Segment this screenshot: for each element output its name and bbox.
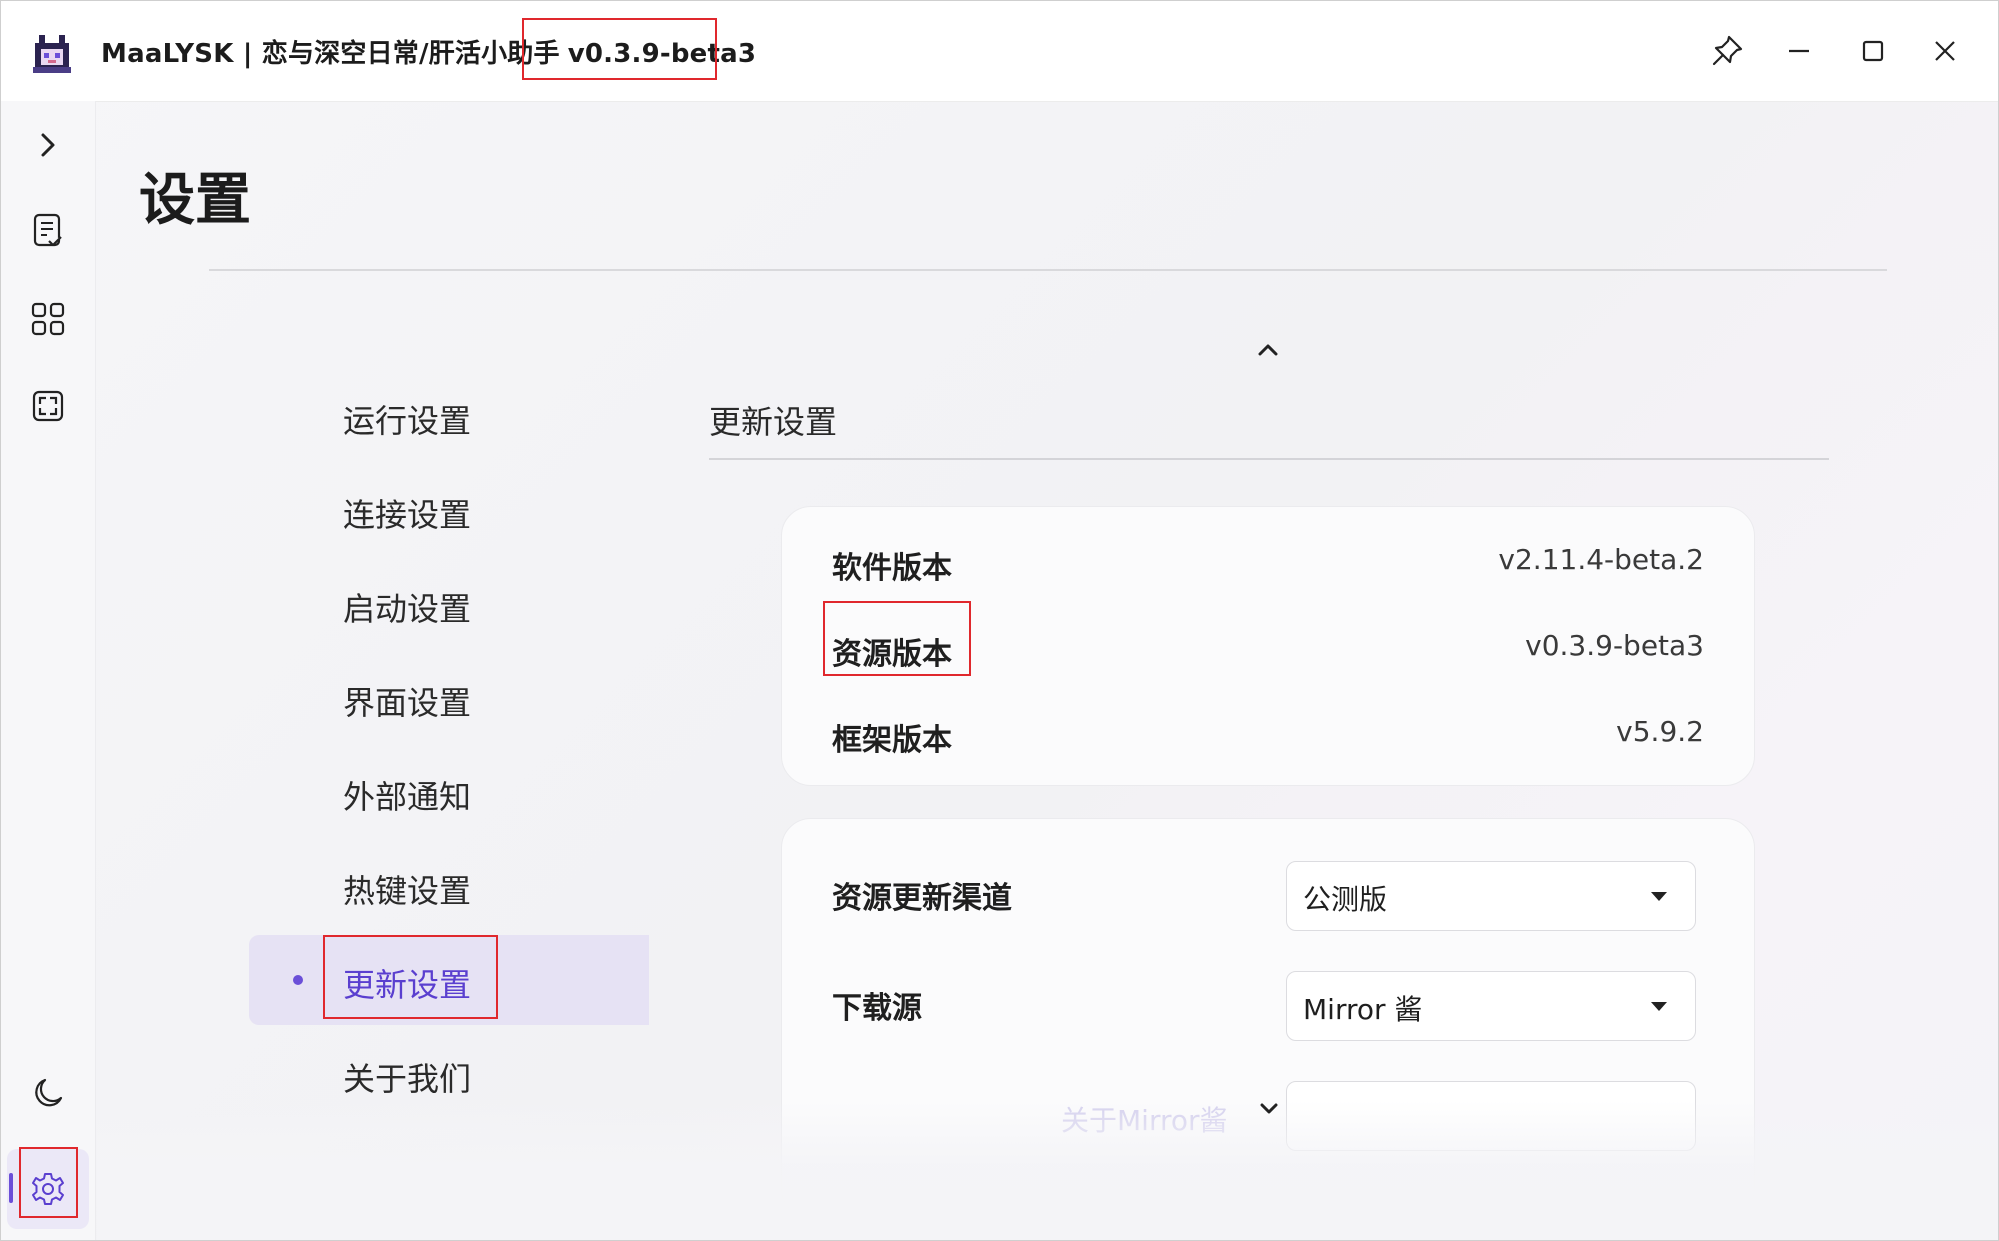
heading-divider [209,269,1887,271]
mirror-cdk-input[interactable] [1286,1081,1696,1151]
pin-icon [1712,35,1743,66]
chevron-down-icon[interactable] [1257,1099,1281,1119]
about-mirror-link[interactable]: 关于Mirror酱 [1061,1099,1228,1139]
app-title-text: MaaLYSK | 恋与深空日常/肝活小助手 [101,39,560,69]
page-title: 设置 [139,168,251,233]
task-list-icon [33,213,62,247]
download-source-select[interactable]: Mirror 酱 [1286,971,1696,1041]
resource-version-label: 资源版本 [832,637,952,672]
framework-version-label: 框架版本 [832,723,952,758]
chevron-up-icon[interactable] [1255,339,1281,361]
app-logo [33,35,71,73]
moon-icon [35,1078,63,1107]
minimize-icon [1789,49,1809,53]
theme-toggle-button[interactable] [18,1063,78,1123]
chevron-right-icon [41,133,55,157]
nav-item-about-us[interactable]: 关于我们 [343,1054,471,1100]
settings-button[interactable] [18,1159,78,1219]
app-version: v0.3.9-beta3 [567,39,757,69]
pin-button[interactable] [1697,21,1757,81]
update-channel-value: 公测版 [1303,883,1388,916]
nav-item-run-settings[interactable]: 运行设置 [343,396,471,442]
section-divider [709,458,1829,460]
minimize-button[interactable] [1769,21,1829,81]
section-title: 更新设置 [709,403,838,441]
close-icon [1935,41,1955,61]
nav-item-startup-settings[interactable]: 启动设置 [343,584,471,630]
app-title: MaaLYSK | 恋与深空日常/肝活小助手 v0.3.9-beta3 [101,33,756,70]
maximize-icon [1862,40,1884,62]
title-bar: MaaLYSK | 恋与深空日常/肝活小助手 v0.3.9-beta3 [1,1,1998,102]
download-source-label: 下载源 [832,991,922,1026]
nav-item-hotkey-settings[interactable]: 热键设置 [343,866,471,912]
screenshot-icon [32,390,64,422]
rail-tasks-button[interactable] [18,201,78,261]
rail-screenshot-button[interactable] [18,376,78,436]
maximize-button[interactable] [1843,21,1903,81]
update-options-card: 资源更新渠道 公测版 下载源 Mirror 酱 [781,818,1755,1218]
caret-down-icon [1651,892,1667,901]
software-version-value: v2.11.4-beta.2 [1498,543,1704,576]
nav-item-ui-settings[interactable]: 界面设置 [343,678,471,724]
resource-version-value: v0.3.9-beta3 [1525,629,1704,662]
close-button[interactable] [1915,21,1975,81]
download-source-value: Mirror 酱 [1303,993,1423,1026]
update-channel-label: 资源更新渠道 [832,881,1012,916]
caret-down-icon [1651,1002,1667,1011]
expand-nav-button[interactable] [18,115,78,175]
app-window: MaaLYSK | 恋与深空日常/肝活小助手 v0.3.9-beta3 设置 运… [0,0,1999,1241]
gear-icon [32,1173,64,1205]
software-version-label: 软件版本 [832,551,952,586]
grid-icon [31,302,65,336]
nav-active-dot [293,975,303,985]
nav-item-connection-settings[interactable]: 连接设置 [343,490,471,536]
version-card: 软件版本 v2.11.4-beta.2 资源版本 v0.3.9-beta3 框架… [781,506,1755,786]
nav-item-external-notify[interactable]: 外部通知 [343,772,471,818]
nav-item-update-settings[interactable]: 更新设置 [343,960,471,1006]
update-channel-select[interactable]: 公测版 [1286,861,1696,931]
rail-active-indicator [9,1173,13,1203]
framework-version-value: v5.9.2 [1616,715,1704,748]
rail-grid-button[interactable] [18,289,78,349]
